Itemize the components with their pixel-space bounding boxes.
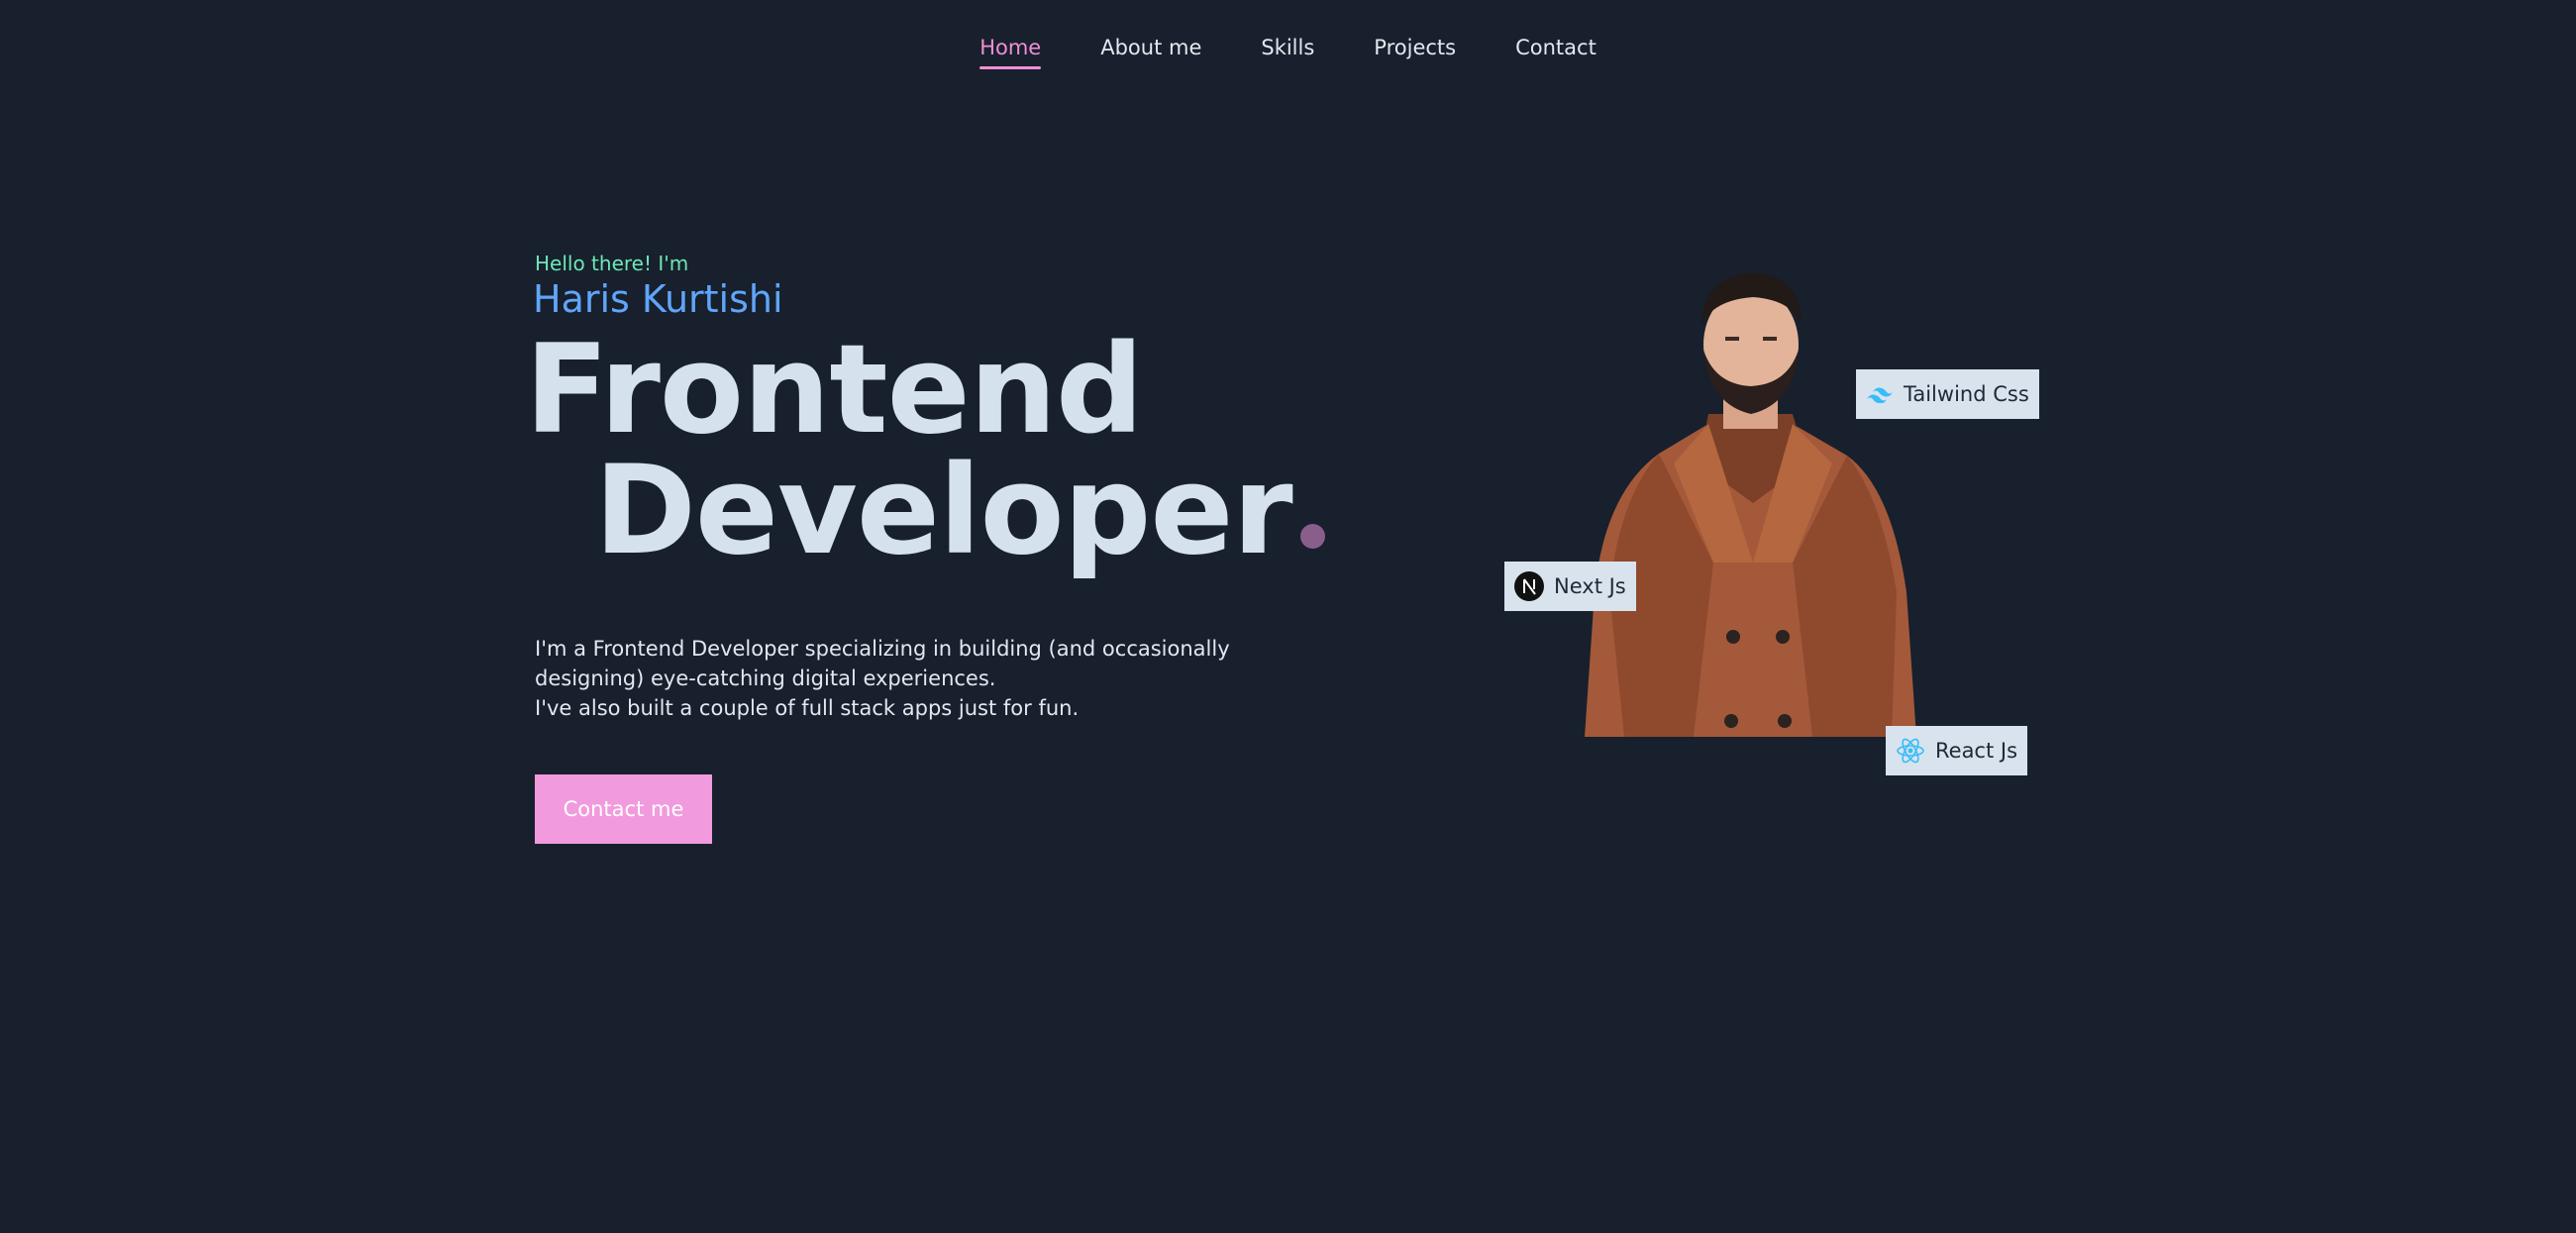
react-badge-label: React Js — [1935, 739, 2018, 763]
react-badge: React Js — [1886, 726, 2028, 775]
hero-intro-line1: I'm a Frontend Developer specializing in… — [535, 637, 1230, 690]
react-icon — [1896, 736, 1925, 766]
headline-dot — [1299, 524, 1325, 549]
nav-item-contact[interactable]: Contact — [1515, 36, 1597, 69]
hero-greeting: Hello there! I'm — [535, 252, 689, 275]
top-nav: Home About me Skills Projects Contact — [0, 36, 2576, 69]
tailwind-icon — [1866, 385, 1894, 403]
nav-item-about-me[interactable]: About me — [1100, 36, 1201, 69]
tailwind-badge-label: Tailwind Css — [1904, 382, 2029, 406]
hero-name: Haris Kurtishi — [533, 277, 783, 321]
nextjs-badge-label: Next Js — [1554, 574, 1626, 598]
portrait-image — [1585, 273, 1916, 737]
nav-item-home[interactable]: Home — [979, 36, 1042, 69]
nav-item-skills[interactable]: Skills — [1261, 36, 1314, 69]
page: Home About me Skills Projects Contact He… — [0, 0, 2576, 1233]
tailwind-badge: Tailwind Css — [1856, 369, 2039, 419]
hero-headline-line2: Developer — [594, 450, 1325, 572]
hero-intro-line2: I've also built a couple of full stack a… — [535, 696, 1080, 720]
hero-headline-line1: Frontend — [525, 319, 1144, 462]
nav-item-projects[interactable]: Projects — [1374, 36, 1456, 69]
hero-intro: I'm a Frontend Developer specializing in… — [535, 634, 1288, 723]
nextjs-badge: Next Js — [1504, 562, 1636, 611]
hero-headline-line2-text: Developer — [594, 440, 1293, 582]
nextjs-icon — [1514, 571, 1544, 601]
contact-me-button[interactable]: Contact me — [535, 774, 712, 844]
